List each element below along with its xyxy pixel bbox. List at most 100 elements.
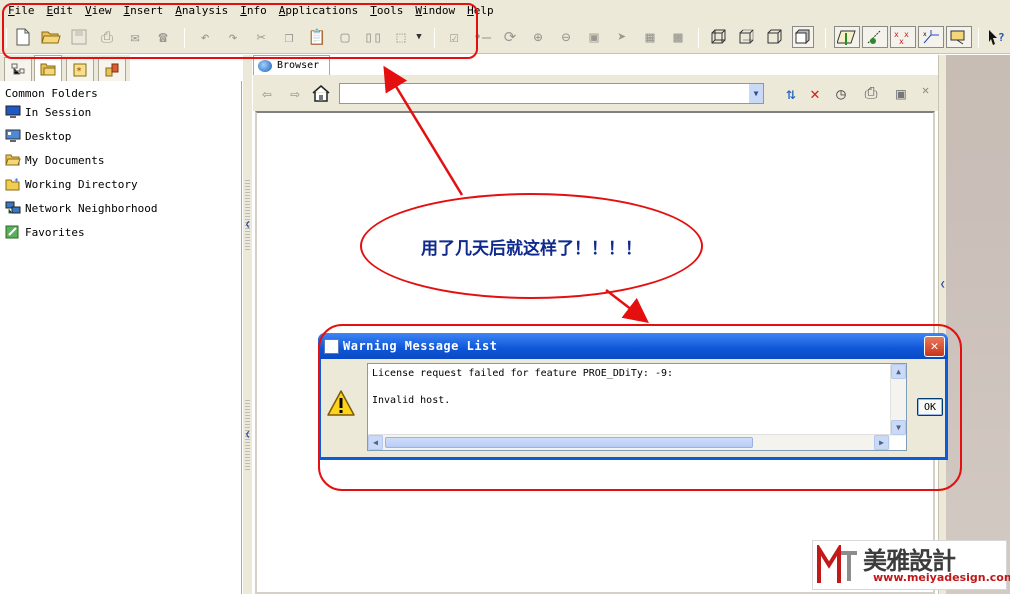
print-icon[interactable]: ⎙	[96, 26, 118, 48]
svg-text:*: *	[76, 66, 82, 77]
browser-tab[interactable]: Browser	[253, 55, 330, 75]
saved-views-icon[interactable]: ▦	[639, 26, 661, 48]
new-file-icon[interactable]	[12, 26, 34, 48]
wireframe-icon[interactable]	[708, 26, 730, 48]
menu-window[interactable]: Window	[409, 0, 461, 22]
menu-file[interactable]: File	[2, 0, 41, 22]
menu-tools[interactable]: Tools	[364, 0, 409, 22]
close-icon[interactable]: ✕	[924, 336, 945, 357]
folder-item-working-directory[interactable]: * Working Directory	[5, 177, 138, 191]
save-icon[interactable]: ▣	[891, 83, 911, 103]
hidden-line-icon[interactable]	[736, 26, 758, 48]
open-folder-icon[interactable]	[40, 26, 62, 48]
datum-planes-icon[interactable]	[834, 26, 860, 48]
save-icon[interactable]	[68, 26, 90, 48]
pane-splitter[interactable]: ❮ ❮	[242, 55, 252, 594]
folder-item-in-session[interactable]: In Session	[5, 105, 91, 119]
menu-analysis[interactable]: Analysis	[169, 0, 234, 22]
refit-icon[interactable]: ▣	[583, 26, 605, 48]
datum-axes-icon[interactable]	[862, 26, 888, 48]
datum-points-icon[interactable]: xxx	[890, 26, 916, 48]
address-input[interactable]: ▼	[339, 83, 764, 104]
collapse-arrow-icon[interactable]: ❮	[245, 430, 250, 440]
annotation-callout: 用了几天后就这样了！！！！	[360, 193, 703, 299]
right-splitter[interactable]: ❮	[938, 55, 946, 594]
network-icon	[5, 201, 21, 214]
regenerate-icon[interactable]: ☑	[443, 26, 465, 48]
folder-browser-tab[interactable]	[34, 55, 62, 81]
svg-text:x: x	[904, 30, 909, 39]
menu-insert[interactable]: Insert	[118, 0, 170, 22]
menu-applications[interactable]: Applications	[273, 0, 364, 22]
history-icon[interactable]: ◷	[831, 83, 851, 103]
message-list[interactable]: License request failed for feature PROE_…	[367, 363, 907, 451]
menu-edit[interactable]: Edit	[41, 0, 80, 22]
watermark-url: www.meiyadesign.com	[873, 571, 1010, 584]
datum-display-icon[interactable]: •—	[471, 26, 493, 48]
graphics-area-edge	[946, 55, 1010, 594]
selection-box-icon[interactable]: ⬚	[390, 26, 412, 48]
scrollbar-thumb[interactable]	[385, 437, 753, 448]
dialog-title: Warning Message List	[343, 339, 498, 353]
dialog-titlebar[interactable]: Warning Message List ✕	[318, 333, 948, 359]
forward-arrow-icon[interactable]: ⇨	[285, 83, 305, 103]
undo-icon[interactable]: ↶	[194, 26, 216, 48]
back-arrow-icon[interactable]: ⇦	[257, 83, 277, 103]
svg-text:*: *	[14, 177, 19, 186]
horizontal-scrollbar[interactable]: ◀ ▶	[368, 434, 890, 450]
shading-icon[interactable]	[792, 26, 814, 48]
mirror-icon[interactable]: ▯▯	[362, 26, 384, 48]
zoom-out-icon[interactable]: ⊖	[555, 26, 577, 48]
connections-tab[interactable]	[98, 57, 126, 81]
collapse-arrow-icon[interactable]: ❮	[940, 280, 945, 290]
menu-help[interactable]: Help	[461, 0, 500, 22]
scroll-right-icon[interactable]: ▶	[874, 435, 889, 450]
context-help-icon[interactable]: ?	[986, 26, 1008, 48]
stop-icon[interactable]: ✕	[805, 83, 825, 103]
view-manager-icon[interactable]: ▩	[667, 26, 689, 48]
paste-icon[interactable]: 📋	[306, 26, 328, 48]
scroll-left-icon[interactable]: ◀	[368, 435, 383, 450]
splitter-grip[interactable]	[245, 180, 250, 250]
folder-item-network-neighborhood[interactable]: Network Neighborhood	[5, 201, 157, 215]
close-icon[interactable]: ✕	[922, 83, 929, 97]
redo-icon[interactable]: ↷	[222, 26, 244, 48]
home-icon[interactable]	[311, 83, 331, 103]
menu-info[interactable]: Info	[234, 0, 273, 22]
globe-icon	[258, 59, 272, 72]
scroll-up-icon[interactable]: ▲	[891, 364, 906, 379]
toolbar-separator	[184, 28, 185, 48]
collapse-arrow-icon[interactable]: ❮	[245, 220, 250, 230]
warning-icon	[327, 390, 355, 416]
zoom-in-icon[interactable]: ⊕	[527, 26, 549, 48]
navigator-tabs: *	[0, 55, 130, 81]
copy-icon[interactable]: ❐	[278, 26, 300, 48]
annotation-display-icon[interactable]	[946, 26, 972, 48]
message-line: Invalid host.	[372, 395, 451, 406]
no-hidden-icon[interactable]	[764, 26, 786, 48]
refresh-icon[interactable]: ⇅	[781, 83, 801, 103]
vertical-scrollbar[interactable]: ▲ ▼	[890, 364, 906, 436]
chevron-down-icon[interactable]: ▼	[413, 26, 425, 48]
menu-view[interactable]: View	[79, 0, 118, 22]
chevron-down-icon[interactable]: ▼	[749, 84, 763, 103]
svg-text:x: x	[899, 37, 904, 45]
scroll-down-icon[interactable]: ▼	[891, 420, 906, 435]
toolbar: ⎙ ✉ ☎ ↶ ↷ ✂ ❐ 📋 ▢ ▯▯ ⬚ ▼ ☑ •— ⟳ ⊕ ⊖ ▣ ➤ …	[0, 22, 1010, 54]
orient-icon[interactable]: ➤	[611, 26, 633, 48]
coordinate-systems-icon[interactable]: x	[918, 26, 944, 48]
folder-item-my-documents[interactable]: My Documents	[5, 153, 104, 167]
send-icon[interactable]: ☎	[152, 26, 174, 48]
toolbar-separator	[434, 28, 435, 48]
model-tree-tab[interactable]	[4, 57, 32, 81]
repaint-icon[interactable]: ⟳	[499, 26, 521, 48]
print-icon[interactable]: ⎙	[861, 83, 881, 103]
folder-item-label: Desktop	[25, 129, 72, 143]
ok-button[interactable]: OK	[917, 398, 943, 416]
paste-special-icon[interactable]: ▢	[334, 26, 356, 48]
folder-item-favorites[interactable]: Favorites	[5, 225, 85, 239]
favorites-tab[interactable]: *	[66, 57, 94, 81]
folder-item-desktop[interactable]: Desktop	[5, 129, 71, 143]
email-icon[interactable]: ✉	[124, 26, 146, 48]
cut-icon[interactable]: ✂	[250, 26, 272, 48]
